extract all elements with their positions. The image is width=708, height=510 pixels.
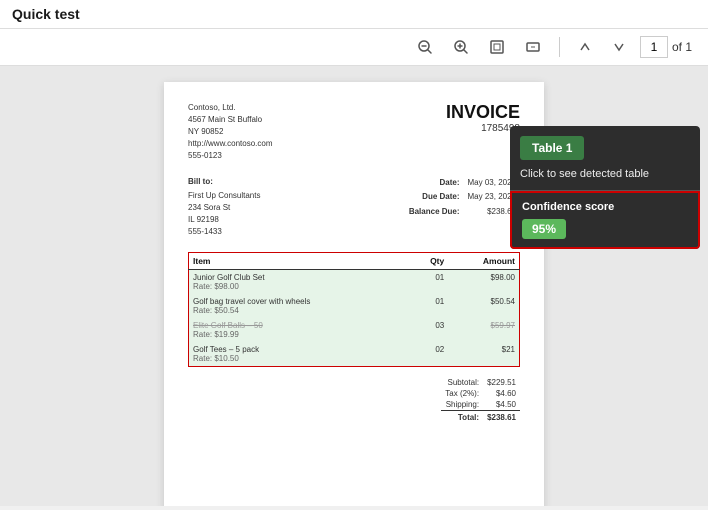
subtotal-value: $229.51 <box>483 377 520 388</box>
zoom-out-button[interactable] <box>411 35 439 59</box>
client-name: First Up Consultants <box>188 190 260 202</box>
page-number-input[interactable] <box>640 36 668 58</box>
invoice-title-block: INVOICE 1785498 <box>446 102 520 134</box>
fit-width-button[interactable] <box>519 35 547 59</box>
invoice-dates: Date: May 03, 2021 Due Date: May 23, 202… <box>405 176 520 238</box>
totals-section: Subtotal: $229.51 Tax (2%): $4.60 Shippi… <box>188 377 520 423</box>
col-item: Item <box>189 253 410 270</box>
item-qty: 02 <box>409 342 448 367</box>
invoice-number: 1785498 <box>446 123 520 134</box>
company-phone: 555-0123 <box>188 150 272 162</box>
client-address2: IL 92198 <box>188 214 260 226</box>
total-value: $238.61 <box>483 411 520 424</box>
company-address1: 4567 Main St Buffalo <box>188 114 272 126</box>
client-phone: 555-1433 <box>188 226 260 238</box>
col-amount: Amount <box>448 253 519 270</box>
item-qty: 03 <box>409 318 448 342</box>
due-label: Due Date: <box>405 190 464 204</box>
table-row: Elite Golf Balls – 50Rate: $19.9903$59.9… <box>189 318 520 342</box>
table-row: Golf bag travel cover with wheelsRate: $… <box>189 294 520 318</box>
page-total: of 1 <box>672 40 692 54</box>
total-label: Total: <box>441 411 483 424</box>
col-qty: Qty <box>409 253 448 270</box>
table-row: Junior Golf Club SetRate: $98.0001$98.00 <box>189 270 520 295</box>
tax-label: Tax (2%): <box>441 388 483 399</box>
page-indicator: of 1 <box>640 36 692 58</box>
confidence-label: Confidence score <box>522 201 688 213</box>
tooltip-click-text: Click to see detected table <box>520 168 690 180</box>
toolbar-separator <box>559 37 560 57</box>
item-name: Golf Tees – 5 packRate: $10.50 <box>189 342 410 367</box>
next-page-button[interactable] <box>606 36 632 58</box>
main-content: Contoso, Ltd. 4567 Main St Buffalo NY 90… <box>0 66 708 506</box>
item-name: Golf bag travel cover with wheelsRate: $… <box>189 294 410 318</box>
prev-page-button[interactable] <box>572 36 598 58</box>
page-title: Quick test <box>12 6 80 22</box>
company-name: Contoso, Ltd. <box>188 102 272 114</box>
shipping-label: Shipping: <box>441 399 483 411</box>
item-qty: 01 <box>409 294 448 318</box>
bill-to-label: Bill to: <box>188 176 260 188</box>
bill-section: Bill to: First Up Consultants 234 Sora S… <box>188 176 520 238</box>
item-amount: $50.54 <box>448 294 519 318</box>
client-address1: 234 Sora St <box>188 202 260 214</box>
invoice-document: Contoso, Ltd. 4567 Main St Buffalo NY 90… <box>164 82 544 506</box>
zoom-in-button[interactable] <box>447 35 475 59</box>
item-amount: $21 <box>448 342 519 367</box>
invoice-header: Contoso, Ltd. 4567 Main St Buffalo NY 90… <box>188 102 520 162</box>
invoice-table: Item Qty Amount Junior Golf Club SetRate… <box>188 252 520 367</box>
fit-page-button[interactable] <box>483 35 511 59</box>
tax-value: $4.60 <box>483 388 520 399</box>
bill-to: Bill to: First Up Consultants 234 Sora S… <box>188 176 260 238</box>
date-label: Date: <box>405 176 464 190</box>
company-info: Contoso, Ltd. 4567 Main St Buffalo NY 90… <box>188 102 272 162</box>
subtotal-label: Subtotal: <box>441 377 483 388</box>
table-button[interactable]: Table 1 <box>520 136 584 160</box>
item-name: Junior Golf Club SetRate: $98.00 <box>189 270 410 295</box>
confidence-badge: 95% <box>522 219 566 239</box>
table-row: Golf Tees – 5 packRate: $10.5002$21 <box>189 342 520 367</box>
tooltip-panel: Table 1 Click to see detected table Conf… <box>510 126 700 249</box>
balance-label: Balance Due: <box>405 205 464 219</box>
company-address2: NY 90852 <box>188 126 272 138</box>
company-website: http://www.contoso.com <box>188 138 272 150</box>
item-amount: $98.00 <box>448 270 519 295</box>
shipping-value: $4.50 <box>483 399 520 411</box>
item-name: Elite Golf Balls – 50Rate: $19.99 <box>189 318 410 342</box>
toolbar: of 1 <box>0 29 708 66</box>
item-amount: $59.97 <box>448 318 519 342</box>
app-header: Quick test <box>0 0 708 29</box>
invoice-title: INVOICE <box>446 102 520 123</box>
confidence-section: Confidence score 95% <box>510 191 700 249</box>
item-qty: 01 <box>409 270 448 295</box>
